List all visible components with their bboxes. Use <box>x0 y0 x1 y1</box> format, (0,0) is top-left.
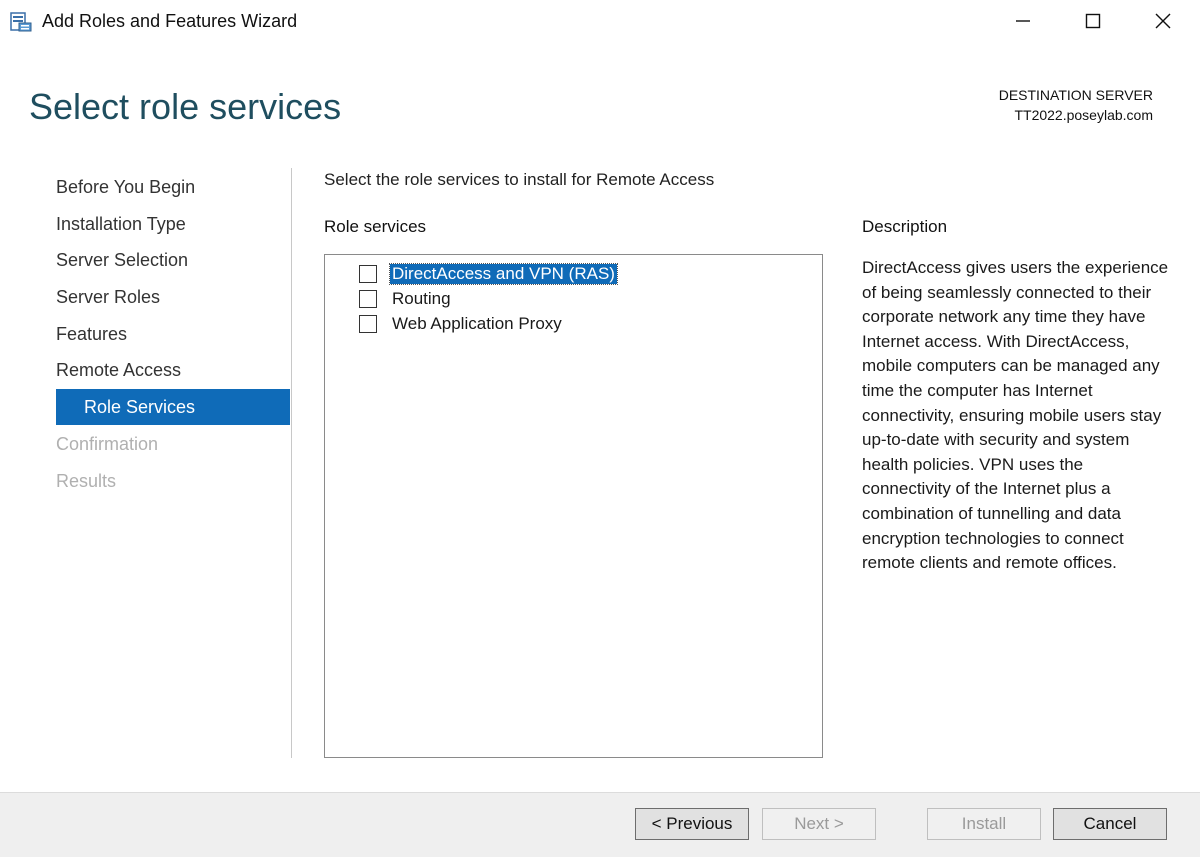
nav-item-confirmation: Confirmation <box>56 434 159 454</box>
role-service-label: Web Application Proxy <box>392 314 562 333</box>
role-service-label: Routing <box>392 289 451 308</box>
checkbox[interactable] <box>359 290 377 308</box>
maximize-icon <box>1085 13 1101 34</box>
maximize-button[interactable] <box>1058 0 1128 46</box>
title-bar: Add Roles and Features Wizard <box>0 0 1200 46</box>
nav-item-role-services[interactable]: Role Services <box>56 389 290 425</box>
role-service-routing[interactable]: Routing <box>359 288 453 310</box>
wizard-footer: < Previous Next > Install Cancel <box>0 792 1200 857</box>
role-service-web-application-proxy[interactable]: Web Application Proxy <box>359 313 564 335</box>
install-button: Install <box>927 808 1041 840</box>
cancel-button[interactable]: Cancel <box>1053 808 1167 840</box>
minimize-button[interactable] <box>988 0 1058 46</box>
nav-item-installation-type[interactable]: Installation Type <box>56 214 186 235</box>
description-heading: Description <box>862 217 948 236</box>
nav-item-server-selection[interactable]: Server Selection <box>56 250 188 271</box>
server-manager-icon <box>10 12 32 32</box>
role-service-directaccess-vpn[interactable]: DirectAccess and VPN (RAS) <box>359 263 618 285</box>
close-button[interactable] <box>1128 0 1198 46</box>
destination-server-name: TT2022.poseylab.com <box>1014 107 1153 123</box>
role-services-heading: Role services <box>324 217 427 236</box>
instruction-text: Select the role services to install for … <box>324 170 715 189</box>
nav-item-features[interactable]: Features <box>56 324 127 345</box>
description-text: DirectAccess gives users the experience … <box>862 258 1169 573</box>
checkbox[interactable] <box>359 315 377 333</box>
previous-button[interactable]: < Previous <box>635 808 749 840</box>
close-icon <box>1155 13 1171 34</box>
destination-server-label: DESTINATION SERVER <box>998 87 1153 103</box>
nav-divider <box>291 168 292 758</box>
nav-item-remote-access[interactable]: Remote Access <box>56 360 181 381</box>
nav-item-before-you-begin[interactable]: Before You Begin <box>56 177 195 198</box>
wizard-header: Select role services DESTINATION SERVER … <box>0 46 1200 156</box>
next-button: Next > <box>762 808 876 840</box>
nav-item-results: Results <box>56 471 117 491</box>
checkbox[interactable] <box>359 265 377 283</box>
role-services-list[interactable]: DirectAccess and VPN (RAS) Routing Web A… <box>324 254 823 758</box>
minimize-icon <box>1015 13 1031 34</box>
page-title: Select role services <box>29 86 342 127</box>
window-title: Add Roles and Features Wizard <box>42 11 298 31</box>
nav-item-server-roles[interactable]: Server Roles <box>56 287 160 308</box>
role-service-label: DirectAccess and VPN (RAS) <box>389 263 618 285</box>
